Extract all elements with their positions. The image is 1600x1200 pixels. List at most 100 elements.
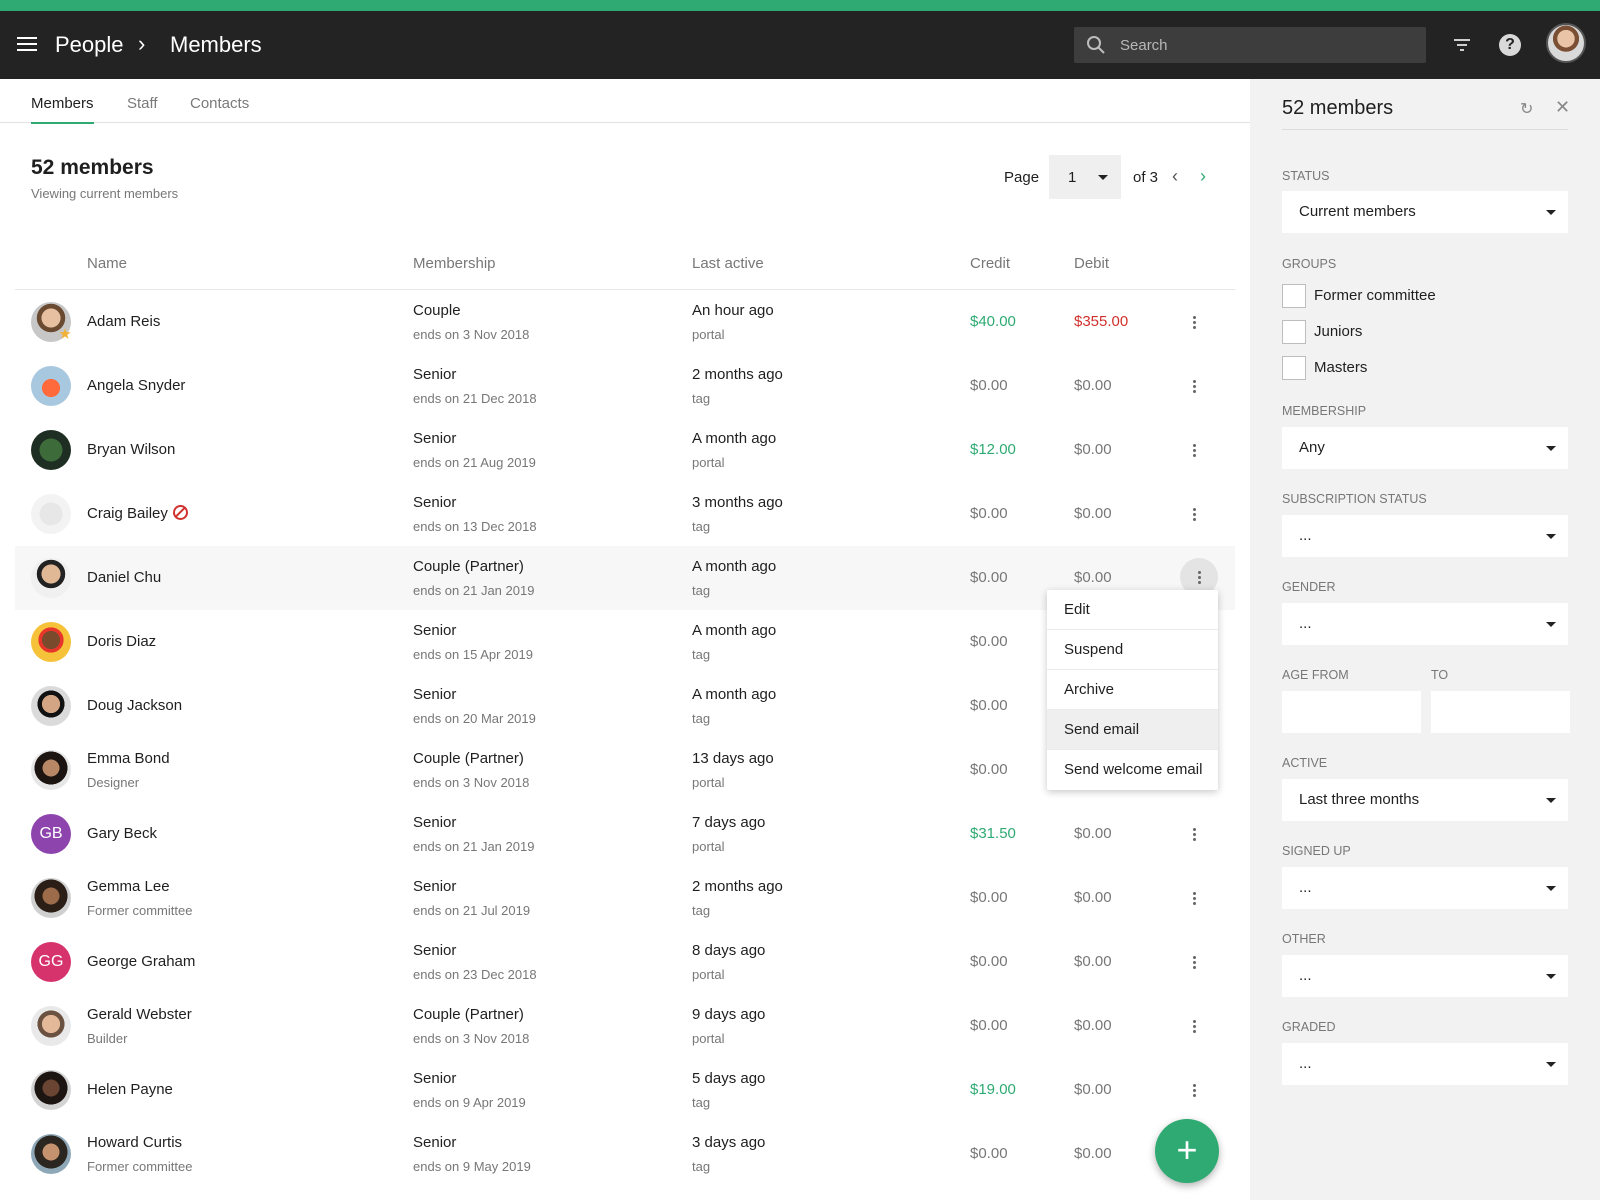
- more-options-icon[interactable]: [1180, 436, 1208, 464]
- subscription-status-select[interactable]: ...: [1282, 515, 1568, 557]
- member-name[interactable]: Craig Bailey: [87, 505, 188, 522]
- table-row[interactable]: Angela Snyder Senior ends on 21 Dec 2018 2 …: [15, 354, 1235, 418]
- avatar[interactable]: [31, 686, 71, 726]
- close-icon[interactable]: ✕: [1555, 97, 1570, 118]
- member-name[interactable]: Bryan Wilson: [87, 441, 175, 458]
- membership-select[interactable]: Any: [1282, 427, 1568, 469]
- table-row[interactable]: Bryan Wilson Senior ends on 21 Aug 2019 A m…: [15, 418, 1235, 482]
- debit-value: $0.00: [1074, 505, 1112, 522]
- membership-end-date: ends on 9 May 2019: [413, 1159, 531, 1174]
- member-name[interactable]: Helen Payne: [87, 1081, 173, 1098]
- credit-value: $19.00: [970, 1081, 1016, 1098]
- page-select-value: 1: [1068, 169, 1077, 186]
- help-icon[interactable]: ?: [1499, 34, 1521, 56]
- more-options-icon[interactable]: [1180, 372, 1208, 400]
- column-header-credit[interactable]: Credit: [970, 255, 1010, 272]
- checkbox-former-committee[interactable]: [1282, 284, 1306, 308]
- column-header-debit[interactable]: Debit: [1074, 255, 1109, 272]
- more-options-icon[interactable]: [1180, 948, 1208, 976]
- debit-value: $0.00: [1074, 441, 1112, 458]
- member-name[interactable]: George Graham: [87, 953, 195, 970]
- last-active: 8 days ago: [692, 942, 766, 959]
- menu-item-send-welcome-email[interactable]: Send welcome email: [1047, 750, 1218, 790]
- menu-icon[interactable]: [16, 33, 38, 55]
- age-to-input[interactable]: [1431, 691, 1570, 733]
- table-row[interactable]: Helen Payne Senior ends on 9 Apr 2019 5 day…: [15, 1058, 1235, 1122]
- table-row[interactable]: GB Gary Beck Senior ends on 21 Jan 2019 7 da…: [15, 802, 1235, 866]
- member-name-text: Doug Jackson: [87, 697, 183, 714]
- table-row[interactable]: Gemma Lee Former committee Senior ends on 2…: [15, 866, 1235, 930]
- chevron-right-icon[interactable]: ›: [1200, 166, 1206, 187]
- debit-value: $0.00: [1074, 1081, 1112, 1098]
- more-options-icon[interactable]: [1180, 308, 1208, 336]
- credit-value: $0.00: [970, 697, 1008, 714]
- refresh-icon[interactable]: ↻: [1520, 99, 1533, 119]
- gender-select[interactable]: ...: [1282, 603, 1568, 645]
- avatar[interactable]: [31, 878, 71, 918]
- avatar[interactable]: [31, 1070, 71, 1110]
- more-options-icon[interactable]: [1180, 1076, 1208, 1104]
- column-header-membership[interactable]: Membership: [413, 255, 496, 272]
- other-select[interactable]: ...: [1282, 955, 1568, 997]
- avatar[interactable]: [31, 366, 71, 406]
- member-name[interactable]: Gary Beck: [87, 825, 157, 842]
- avatar[interactable]: [31, 1134, 71, 1174]
- avatar[interactable]: [31, 750, 71, 790]
- table-row[interactable]: Adam Reis Couple ends on 3 Nov 2018 An hour…: [15, 290, 1235, 354]
- credit-value: $31.50: [970, 825, 1016, 842]
- membership-end-date: ends on 21 Aug 2019: [413, 455, 536, 470]
- member-name[interactable]: Doris Diaz: [87, 633, 156, 650]
- menu-item-archive[interactable]: Archive: [1047, 670, 1218, 710]
- member-name[interactable]: Angela Snyder: [87, 377, 185, 394]
- pager-total: of 3: [1133, 169, 1159, 186]
- breadcrumb-people[interactable]: People: [55, 32, 124, 58]
- chevron-left-icon[interactable]: ‹: [1172, 166, 1178, 187]
- avatar[interactable]: GB: [31, 814, 71, 854]
- tab-staff[interactable]: Staff: [127, 95, 158, 122]
- avatar[interactable]: [31, 430, 71, 470]
- membership-type: Senior: [413, 814, 457, 831]
- more-options-icon[interactable]: [1180, 1012, 1208, 1040]
- avatar[interactable]: [31, 494, 71, 534]
- member-name[interactable]: Doug Jackson: [87, 697, 182, 714]
- more-options-icon[interactable]: [1180, 884, 1208, 912]
- avatar[interactable]: [31, 558, 71, 598]
- menu-item-send-email[interactable]: Send email: [1047, 710, 1218, 750]
- search-input[interactable]: [1120, 33, 1410, 57]
- member-name[interactable]: Emma Bond: [87, 750, 170, 767]
- column-header-last-active[interactable]: Last active: [692, 255, 764, 272]
- column-header-name[interactable]: Name: [87, 255, 127, 272]
- table-row[interactable]: GG George Graham Senior ends on 23 Dec 2018…: [15, 930, 1235, 994]
- filter-icon[interactable]: [1452, 35, 1472, 55]
- menu-item-edit[interactable]: Edit: [1047, 590, 1218, 630]
- tab-contacts[interactable]: Contacts: [190, 95, 249, 122]
- active-select[interactable]: Last three months: [1282, 779, 1568, 821]
- tab-members[interactable]: Members: [31, 95, 94, 124]
- avatar[interactable]: [31, 622, 71, 662]
- age-from-input[interactable]: [1282, 691, 1421, 733]
- checkbox-masters[interactable]: [1282, 356, 1306, 380]
- signed-up-select[interactable]: ...: [1282, 867, 1568, 909]
- add-member-button[interactable]: +: [1155, 1119, 1219, 1183]
- filter-panel: 52 members ↻ ✕ STATUS Current members GR…: [1250, 79, 1600, 1200]
- member-name[interactable]: Adam Reis: [87, 313, 160, 330]
- member-name[interactable]: Gemma Lee: [87, 878, 170, 895]
- more-options-icon[interactable]: [1180, 500, 1208, 528]
- graded-select[interactable]: ...: [1282, 1043, 1568, 1085]
- avatar[interactable]: [31, 1006, 71, 1046]
- more-options-icon[interactable]: [1180, 820, 1208, 848]
- member-name[interactable]: Gerald Webster: [87, 1006, 192, 1023]
- membership-type: Senior: [413, 430, 457, 447]
- table-row[interactable]: Howard Curtis Former committee Senior ends …: [15, 1122, 1235, 1186]
- table-row[interactable]: Craig Bailey Senior ends on 13 Dec 2018 3 m…: [15, 482, 1235, 546]
- avatar[interactable]: GG: [31, 942, 71, 982]
- status-select[interactable]: Current members: [1282, 191, 1568, 233]
- table-row[interactable]: Gerald Webster Builder Couple (Partner) end…: [15, 994, 1235, 1058]
- menu-item-suspend[interactable]: Suspend: [1047, 630, 1218, 670]
- member-name[interactable]: Daniel Chu: [87, 569, 161, 586]
- user-avatar[interactable]: [1546, 23, 1586, 63]
- checkbox-juniors[interactable]: [1282, 320, 1306, 344]
- last-active-source: tag: [692, 1159, 711, 1174]
- member-name[interactable]: Howard Curtis: [87, 1134, 182, 1151]
- page-select[interactable]: 1: [1049, 155, 1121, 199]
